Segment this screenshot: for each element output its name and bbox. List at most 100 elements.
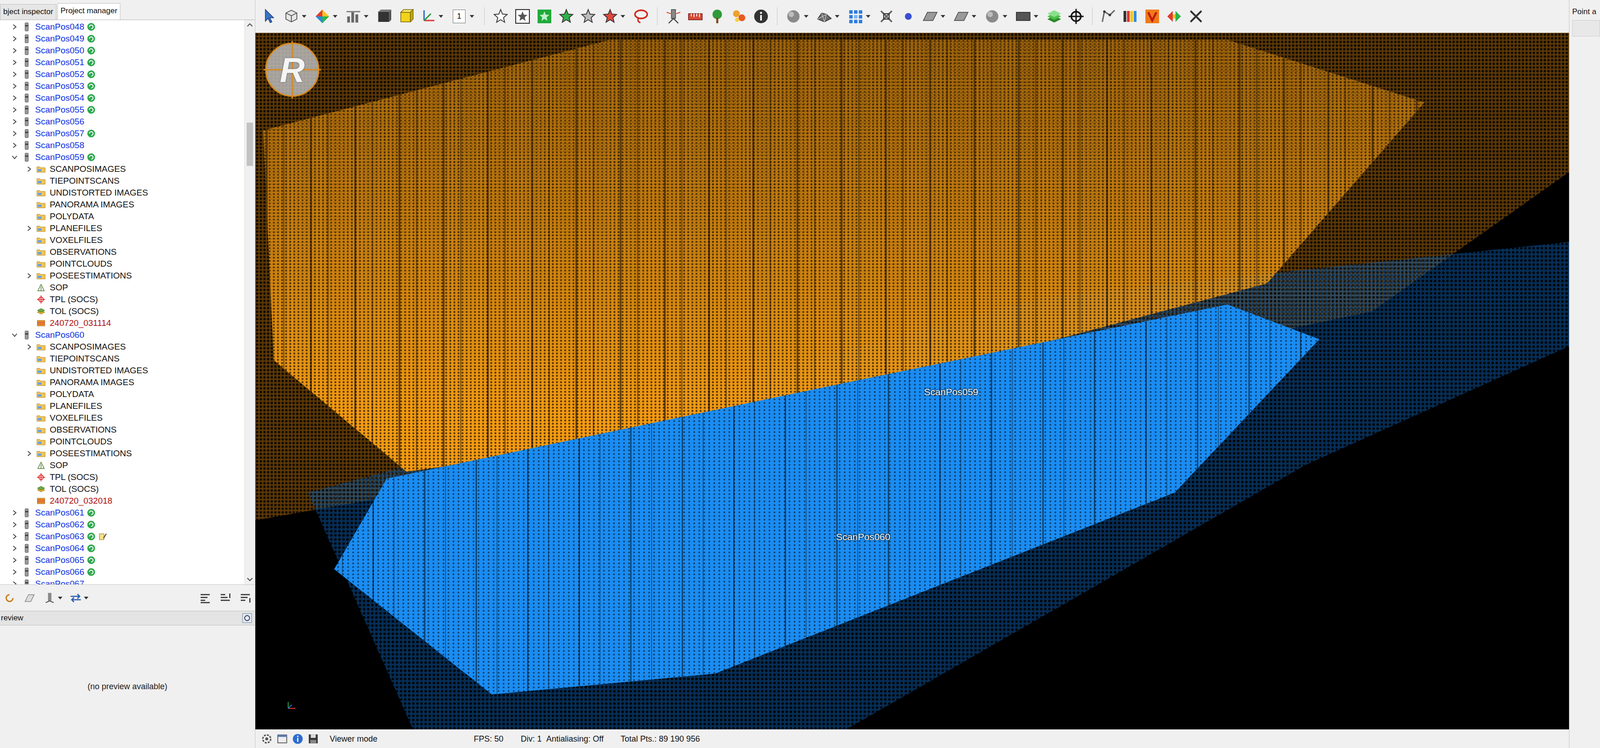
view-cube-button[interactable] xyxy=(281,5,301,27)
tree-item[interactable]: ScanPos051 xyxy=(0,56,245,69)
sort-icon[interactable] xyxy=(198,591,213,606)
dropdown-arrow-icon[interactable] xyxy=(332,15,338,18)
tree-item[interactable]: ScanPos057 xyxy=(0,127,245,140)
expand-arrow-icon[interactable] xyxy=(10,106,19,114)
expand-arrow-icon[interactable] xyxy=(10,533,19,541)
tree-item[interactable]: ScanPos050 xyxy=(0,44,245,57)
tree-item[interactable]: PANORAMA IMAGES xyxy=(0,376,245,389)
ball-button[interactable] xyxy=(982,5,1002,27)
dropdown-arrow-icon[interactable] xyxy=(834,15,840,18)
expand-arrow-icon[interactable] xyxy=(10,580,19,585)
ruler-button[interactable] xyxy=(685,5,705,27)
point-button[interactable] xyxy=(898,5,918,27)
tree-item[interactable]: 240720_032018 xyxy=(0,495,245,508)
tree-item[interactable]: POLYDATA xyxy=(0,388,245,401)
dropdown-arrow-icon[interactable] xyxy=(301,15,307,18)
tree-item[interactable]: SCANPOSIMAGES xyxy=(0,341,245,353)
tree-item[interactable]: ScanPos066 xyxy=(0,566,245,579)
swap-icon[interactable] xyxy=(68,591,83,606)
dropdown-arrow-icon[interactable] xyxy=(83,596,89,600)
tree-item[interactable]: POINTCLOUDS xyxy=(0,258,245,270)
sort-up-icon[interactable] xyxy=(218,591,233,606)
green-square-button[interactable] xyxy=(534,5,555,27)
tree-button[interactable] xyxy=(707,5,727,27)
expand-arrow-icon[interactable] xyxy=(25,165,33,173)
expand-arrow-icon[interactable] xyxy=(10,70,19,78)
panel-tab[interactable]: Project manager xyxy=(57,3,121,20)
tree-item[interactable]: PLANEFILES xyxy=(0,222,245,235)
preview-settings-icon[interactable] xyxy=(242,613,253,624)
tree-item[interactable]: ScanPos052 xyxy=(0,68,245,81)
save-icon[interactable] xyxy=(307,733,320,746)
3d-viewport[interactable]: R ScanPos059ScanPos060 xyxy=(255,32,1569,730)
expand-arrow-icon[interactable] xyxy=(25,224,33,233)
expand-arrow-icon[interactable] xyxy=(10,568,19,576)
tree-item[interactable]: PANORAMA IMAGES xyxy=(0,198,245,211)
expand-arrow-icon[interactable] xyxy=(10,141,19,150)
tree-item[interactable]: ScanPos060 xyxy=(0,329,245,342)
tree-item[interactable]: TIEPOINTSCANS xyxy=(0,175,245,187)
scanpos-label[interactable]: ScanPos060 xyxy=(835,531,891,543)
tree-item[interactable]: PLANEFILES xyxy=(0,400,245,413)
tree-item[interactable]: OBSERVATIONS xyxy=(0,246,245,259)
tree-item[interactable]: TIEPOINTSCANS xyxy=(0,352,245,365)
tree-item[interactable]: POSEESTIMATIONS xyxy=(0,269,245,282)
document-icon[interactable] xyxy=(22,591,37,606)
tree-scrollbar[interactable] xyxy=(244,20,255,585)
tree-item[interactable]: SOP xyxy=(0,459,245,472)
gear-icon[interactable] xyxy=(260,733,273,746)
expand-arrow-icon[interactable] xyxy=(10,521,19,529)
tree-item[interactable]: TOL (SOCS) xyxy=(0,305,245,318)
tree-item[interactable]: ScanPos049 xyxy=(0,32,245,45)
info-button[interactable] xyxy=(751,5,771,27)
expand-arrow-icon[interactable] xyxy=(10,35,19,43)
tree-item[interactable]: POLYDATA xyxy=(0,210,245,223)
dropdown-arrow-icon[interactable] xyxy=(971,15,977,18)
tree-item[interactable]: POINTCLOUDS xyxy=(0,435,245,448)
lasso-button[interactable] xyxy=(631,5,651,27)
layers-button[interactable] xyxy=(1044,5,1064,27)
scan-data-button[interactable] xyxy=(729,5,749,27)
sort-down-icon[interactable] xyxy=(238,591,253,606)
dropdown-arrow-icon[interactable] xyxy=(620,15,626,18)
expand-arrow-icon[interactable] xyxy=(10,58,19,67)
gray-star-button[interactable] xyxy=(578,5,598,27)
close-button[interactable] xyxy=(1186,5,1206,27)
scanner-tool-icon[interactable] xyxy=(42,591,57,606)
dropdown-arrow-icon[interactable] xyxy=(865,15,871,18)
tree-item[interactable]: TPL (SOCS) xyxy=(0,293,245,306)
tree-item[interactable]: ScanPos048 xyxy=(0,20,245,33)
dropdown-arrow-icon[interactable] xyxy=(438,15,444,18)
expand-arrow-icon[interactable] xyxy=(10,544,19,553)
tree-item[interactable]: ScanPos065 xyxy=(0,554,245,567)
color-mode-button[interactable] xyxy=(312,5,332,27)
mesh-button[interactable] xyxy=(814,5,834,27)
dropdown-arrow-icon[interactable] xyxy=(469,15,475,18)
right-panel-field[interactable] xyxy=(1572,20,1600,37)
window-icon[interactable] xyxy=(276,733,289,746)
plane-alt-button[interactable] xyxy=(951,5,971,27)
tree-item[interactable]: SOP xyxy=(0,281,245,294)
panel-tab[interactable]: bject inspector xyxy=(0,4,57,20)
tree-item[interactable]: ScanPos055 xyxy=(0,103,245,116)
tree-item[interactable]: ScanPos062 xyxy=(0,518,245,531)
tree-item[interactable]: ScanPos053 xyxy=(0,80,245,93)
axes-button[interactable] xyxy=(418,5,438,27)
tree-item[interactable]: SCANPOSIMAGES xyxy=(0,163,245,176)
dropdown-arrow-icon[interactable] xyxy=(57,596,63,600)
expand-arrow-icon[interactable] xyxy=(10,23,19,31)
tree-item[interactable]: ScanPos064 xyxy=(0,542,245,555)
tree-item[interactable]: ScanPos063 xyxy=(0,530,245,543)
dropdown-arrow-icon[interactable] xyxy=(940,15,946,18)
dropdown-arrow-icon[interactable] xyxy=(1002,15,1008,18)
tree-item[interactable]: ScanPos067 xyxy=(0,578,245,585)
bars-button[interactable] xyxy=(343,5,363,27)
expand-arrow-icon[interactable] xyxy=(10,129,19,138)
tree-item[interactable]: ScanPos056 xyxy=(0,115,245,128)
expand-arrow-icon[interactable] xyxy=(10,46,19,55)
tree-item[interactable]: ScanPos058 xyxy=(0,139,245,152)
tree-item[interactable]: VOXELFILES xyxy=(0,234,245,247)
expand-arrow-icon[interactable] xyxy=(10,118,19,126)
tree-item[interactable]: OBSERVATIONS xyxy=(0,424,245,436)
tree-item[interactable]: UNDISTORTED IMAGES xyxy=(0,186,245,199)
